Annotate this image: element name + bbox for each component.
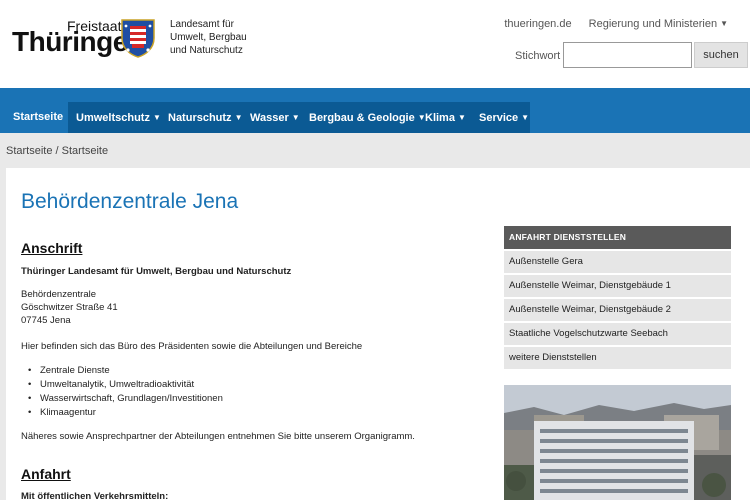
link-thueringen-de[interactable]: thueringen.de bbox=[504, 18, 571, 30]
nav-item-service[interactable]: Service ▼ bbox=[471, 102, 537, 133]
building-photo bbox=[504, 385, 731, 500]
sidebar-item-weimar-1[interactable]: Außenstelle Weimar, Dienstgebäude 1 bbox=[504, 275, 731, 297]
search-button[interactable]: suchen bbox=[694, 42, 748, 68]
list-item: Zentrale Dienste bbox=[28, 364, 223, 378]
nav-label: Klima bbox=[425, 112, 455, 124]
nav-label: Naturschutz bbox=[168, 112, 232, 124]
chevron-down-icon: ▼ bbox=[291, 113, 300, 122]
nav-item-klima[interactable]: Klima ▼ bbox=[417, 102, 474, 133]
sidebar-item-seebach[interactable]: Staatliche Vogelschutzwarte Seebach bbox=[504, 323, 731, 345]
menu-label: Regierung und Ministerien bbox=[588, 18, 718, 30]
address-block: Behördenzentrale Göschwitzer Straße 41 0… bbox=[21, 288, 118, 327]
department-list: Zentrale Dienste Umweltanalytik, Umweltr… bbox=[28, 364, 223, 420]
main-content: Behördenzentrale Jena Anschrift Thüringe… bbox=[6, 168, 750, 500]
agency-line: und Naturschutz bbox=[170, 45, 243, 56]
sidebar-item-weitere[interactable]: weitere Dienststellen bbox=[504, 347, 731, 369]
list-item: Wasserwirtschaft, Grundlagen/Investition… bbox=[28, 392, 223, 406]
sidebar-item-gera[interactable]: Außenstelle Gera bbox=[504, 251, 731, 273]
chevron-down-icon: ▼ bbox=[521, 113, 530, 122]
list-item: Umweltanalytik, Umweltradioaktivität bbox=[28, 378, 223, 392]
nav-label: Wasser bbox=[250, 112, 289, 124]
search-label: Stichwort bbox=[515, 50, 561, 62]
main-navigation: Startseite Umweltschutz ▼ Naturschutz ▼ Wa… bbox=[0, 88, 750, 133]
organigram-note: Näheres sowie Ansprechpartner der Abteil… bbox=[21, 431, 415, 442]
top-links: thueringen.de Regierung und Ministerien ▼ bbox=[490, 18, 728, 30]
list-item: Klimaagentur bbox=[28, 406, 223, 420]
agency-name[interactable]: Landesamt für Umwelt, Bergbau und Naturs… bbox=[170, 18, 247, 57]
nav-label: Umweltschutz bbox=[76, 112, 150, 124]
chevron-down-icon: ▼ bbox=[720, 19, 728, 28]
sidebar-locations: ANFAHRT DIENSTSTELLEN Außenstelle Gera A… bbox=[504, 226, 731, 369]
address-line: Behördenzentrale bbox=[21, 289, 96, 300]
transit-heading: Mit öffentlichen Verkehrsmitteln: bbox=[21, 491, 169, 500]
breadcrumb[interactable]: Startseite / Startseite bbox=[6, 145, 108, 157]
nav-item-bergbau-geologie[interactable]: Bergbau & Geologie ▼ bbox=[301, 102, 434, 133]
address-line: Göschwitzer Straße 41 bbox=[21, 302, 118, 313]
nav-label: Bergbau & Geologie bbox=[309, 112, 415, 124]
menu-regierung-ministerien[interactable]: Regierung und Ministerien ▼ bbox=[589, 18, 728, 30]
nav-item-wasser[interactable]: Wasser ▼ bbox=[242, 102, 308, 133]
site-header: Freistaat Thüringen Landesamt für Umwelt… bbox=[0, 0, 750, 88]
sidebar-header: ANFAHRT DIENSTSTELLEN bbox=[504, 226, 731, 249]
address-line: 07745 Jena bbox=[21, 315, 71, 326]
org-name: Thüringer Landesamt für Umwelt, Bergbau … bbox=[21, 266, 292, 277]
coat-of-arms-icon[interactable] bbox=[120, 18, 156, 58]
nav-bar: Startseite Umweltschutz ▼ Naturschutz ▼ Wa… bbox=[5, 102, 530, 133]
sidebar-item-weimar-2[interactable]: Außenstelle Weimar, Dienstgebäude 2 bbox=[504, 299, 731, 321]
chevron-down-icon: ▼ bbox=[457, 113, 466, 122]
agency-line: Landesamt für bbox=[170, 19, 234, 30]
nav-label: Service bbox=[479, 112, 519, 124]
search-input[interactable] bbox=[563, 42, 692, 68]
nav-item-startseite[interactable]: Startseite bbox=[5, 102, 68, 133]
page-title: Behördenzentrale Jena bbox=[21, 190, 239, 213]
nav-item-umweltschutz[interactable]: Umweltschutz ▼ bbox=[68, 102, 169, 133]
intro-text: Hier befinden sich das Büro des Präsiden… bbox=[21, 341, 363, 352]
heading-anschrift: Anschrift bbox=[21, 240, 83, 256]
nav-item-naturschutz[interactable]: Naturschutz ▼ bbox=[160, 102, 250, 133]
agency-line: Umwelt, Bergbau bbox=[170, 32, 247, 43]
heading-anfahrt: Anfahrt bbox=[21, 466, 71, 482]
nav-label: Startseite bbox=[13, 111, 64, 123]
